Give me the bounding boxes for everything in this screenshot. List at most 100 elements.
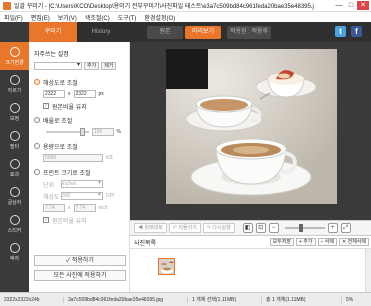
- percent-slider[interactable]: [46, 128, 89, 136]
- status-zoom: 5%: [346, 296, 354, 303]
- fit-icon[interactable]: ⊡: [255, 222, 266, 233]
- sidebar-item-effect[interactable]: 효과: [0, 154, 29, 182]
- zoom-out-button[interactable]: −: [268, 222, 279, 233]
- tab-applied[interactable]: 적용된 : 적용후: [227, 26, 271, 39]
- sidebar-item-label: 효과: [9, 171, 20, 178]
- slider-knob[interactable]: [79, 128, 85, 136]
- sidebar-item-label: 보정: [9, 115, 20, 122]
- tab-decorate[interactable]: 꾸미기: [29, 22, 77, 42]
- twitter-icon[interactable]: t: [335, 26, 346, 37]
- print-radio[interactable]: [34, 169, 40, 175]
- add-preset-button[interactable]: 추가: [84, 62, 100, 70]
- percent-radio[interactable]: [34, 117, 40, 123]
- photo-thumbnail[interactable]: [158, 258, 175, 275]
- width-input[interactable]: 2322: [43, 90, 65, 98]
- minimize-button[interactable]: —: [333, 1, 345, 10]
- zoom-in-button[interactable]: +: [327, 222, 338, 233]
- zoom-slider[interactable]: [284, 223, 325, 232]
- sidebar-item-adjust[interactable]: 보정: [0, 98, 29, 126]
- print-label: 프린트 크기로 조절: [43, 170, 91, 177]
- apply-all-button[interactable]: 모든 사진에 적용하기: [34, 270, 126, 281]
- sidebar-item-label: 자르기: [7, 87, 22, 94]
- resize-icon: [9, 46, 20, 57]
- tool-sidebar: 크기변경 자르기 보정 필터 효과 글상자 스티커 액자: [0, 22, 29, 292]
- height-input[interactable]: 2322: [73, 90, 96, 98]
- menu-tools[interactable]: 도구(T): [118, 13, 137, 22]
- preset-select[interactable]: [34, 61, 82, 70]
- tab-preview[interactable]: 미리보기: [185, 26, 221, 39]
- compare-icon[interactable]: ◧: [242, 222, 253, 233]
- print-height-input[interactable]: 7.74: [73, 204, 96, 212]
- close-button[interactable]: ✕: [357, 1, 369, 10]
- sidebar-item-text[interactable]: 글상자: [0, 182, 29, 210]
- restore-button[interactable]: ◀ 원래대로: [134, 222, 167, 233]
- redo-button[interactable]: ↷ 다시실행: [202, 222, 235, 233]
- status-bar: 2322x2322x24b 3a7c509bd84c961feda20bae35…: [0, 292, 371, 306]
- preview-canvas[interactable]: [130, 42, 371, 220]
- print-width-input[interactable]: 7.74: [43, 204, 65, 212]
- tab-original[interactable]: 원본: [147, 26, 183, 39]
- maximize-button[interactable]: □: [345, 1, 357, 10]
- crop-icon: [9, 74, 20, 85]
- menu-color[interactable]: 색조절(C): [85, 13, 110, 22]
- zoom-knob[interactable]: [298, 223, 303, 232]
- keep-ratio-checkbox[interactable]: ✓: [43, 103, 49, 109]
- tab-history[interactable]: History: [77, 22, 125, 42]
- effect-icon: [9, 158, 20, 169]
- preview-photo: [166, 49, 337, 204]
- sidebar-item-label: 액자: [9, 255, 20, 262]
- percent-label: 배율로 조절: [43, 118, 73, 125]
- resize-panel: 자주쓰는 설정 추가 제거 해상도로 조절 2322 x 2322 px ✓ 원…: [29, 42, 130, 292]
- save-all-button[interactable]: 모두저장: [269, 238, 294, 246]
- apply-button[interactable]: ✓ 적용하기: [34, 255, 126, 266]
- sticker-icon: [9, 214, 20, 225]
- dpi-label: DPI: [106, 193, 115, 199]
- sidebar-item-filter[interactable]: 필터: [0, 126, 29, 154]
- times-sign: x: [68, 91, 71, 97]
- top-tab-strip: 꾸미기 History 원본 미리보기 적용된 : 적용후 t f: [29, 22, 371, 42]
- adjust-icon: [9, 102, 20, 113]
- facebook-icon[interactable]: f: [351, 26, 362, 37]
- capacity-input[interactable]: 5000: [43, 154, 103, 162]
- filter-icon: [9, 130, 20, 141]
- sidebar-item-label: 크기변경: [5, 59, 24, 66]
- title-bar: 일괄 꾸미기 - [C:\Users\KCO\Desktop\용미기 전부꾸미기…: [0, 0, 371, 12]
- resolution-select[interactable]: 300: [61, 191, 103, 200]
- keep-ratio-label: 원본비율 유지: [52, 104, 87, 111]
- menu-file[interactable]: 파일(F): [4, 13, 23, 22]
- delete-preset-button[interactable]: 제거: [101, 62, 117, 70]
- print-keep-ratio-label: 원본비율 유지: [52, 218, 87, 225]
- window-controls: — □ ✕: [333, 1, 369, 10]
- image-toolbar: ◀ 원래대로 ↶ 되돌리기 ↷ 다시실행 ◧ ⊡ − + ⤢: [130, 220, 371, 234]
- sidebar-item-crop[interactable]: 자르기: [0, 70, 29, 98]
- sidebar-item-frame[interactable]: 액자: [0, 238, 29, 266]
- pixel-radio[interactable]: [34, 79, 40, 85]
- fullscreen-icon[interactable]: ⤢: [340, 222, 351, 233]
- menu-view[interactable]: 보기(V): [58, 13, 77, 22]
- menu-edit[interactable]: 편집(E): [31, 13, 50, 22]
- window-title: 일괄 꾸미기 - [C:\Users\KCO\Desktop\용미기 전부꾸미기…: [14, 4, 314, 10]
- delete-photo-button[interactable]: − 삭제: [317, 238, 338, 246]
- resolution-label: 해상도: [43, 194, 60, 201]
- unit-select[interactable]: inches: [61, 179, 103, 188]
- menu-settings[interactable]: 환경설정(O): [144, 13, 175, 22]
- sidebar-item-sticker[interactable]: 스티커: [0, 210, 29, 238]
- app-icon: [3, 1, 11, 10]
- percent-unit: %: [116, 129, 121, 135]
- capacity-radio[interactable]: [34, 143, 40, 149]
- capacity-unit: KB: [106, 155, 113, 161]
- photo-list-title: 사진목록: [134, 240, 157, 247]
- photo-list-scrollbar[interactable]: [365, 249, 371, 293]
- capacity-label: 용량으로 조절: [43, 144, 78, 151]
- frame-icon: [9, 242, 20, 253]
- menu-bar: 파일(F) 편집(E) 보기(V) 색조절(C) 도구(T) 환경설정(O): [0, 12, 371, 22]
- status-size: 2322x2322x24b: [0, 296, 64, 303]
- pixel-label: 해상도로 조절: [43, 80, 78, 87]
- sidebar-item-resize[interactable]: 크기변경: [0, 42, 29, 70]
- percent-input[interactable]: 100: [91, 128, 114, 136]
- print-keep-ratio-checkbox[interactable]: ✓: [43, 217, 49, 223]
- undo-button[interactable]: ↶ 되돌리기: [168, 222, 201, 233]
- add-photo-button[interactable]: + 추가: [295, 238, 316, 246]
- delete-all-button[interactable]: ✕ 전체삭제: [339, 238, 369, 246]
- status-selected: 1 개체 선택(1.11MB): [188, 296, 262, 303]
